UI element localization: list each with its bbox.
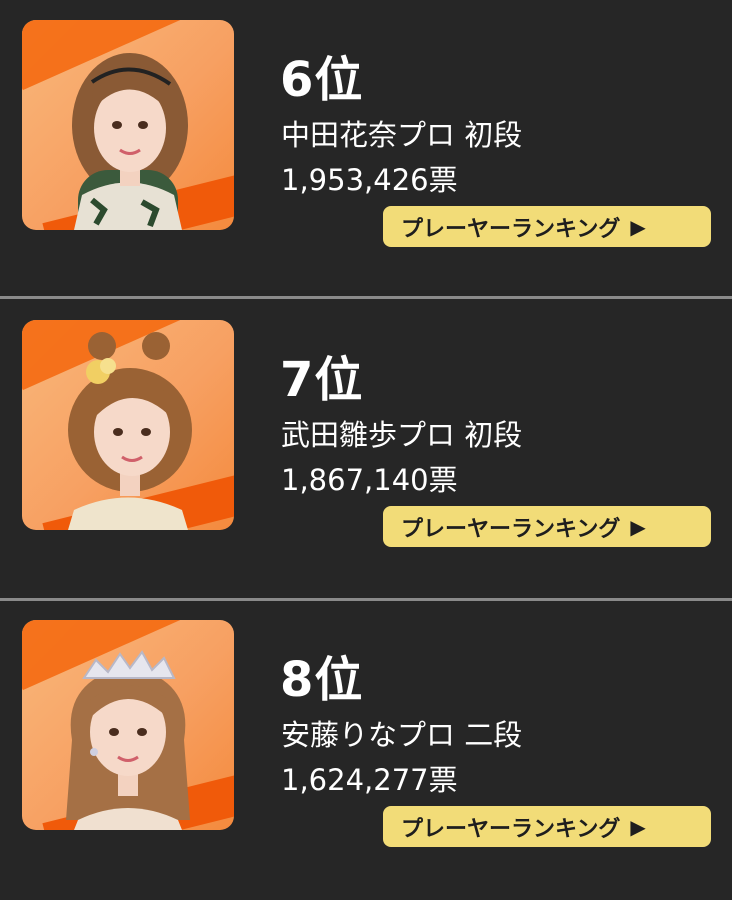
rank-label: 8位	[280, 652, 364, 708]
player-ranking-button-label: プレーヤーランキング	[401, 216, 621, 242]
divider	[0, 296, 732, 299]
ranking-card: 7位 武田雛歩プロ 初段 1,867,140票 プレーヤーランキング ▶	[0, 300, 732, 600]
player-name: 中田花奈プロ 初段	[281, 118, 523, 152]
player-photo	[22, 620, 234, 830]
player-ranking-button[interactable]: プレーヤーランキング ▶	[383, 806, 711, 847]
player-ranking-button[interactable]: プレーヤーランキング ▶	[383, 206, 711, 247]
rank-label: 6位	[280, 52, 364, 108]
play-arrow-icon: ▶	[630, 514, 646, 539]
player-photo	[22, 20, 234, 230]
play-arrow-icon: ▶	[630, 214, 646, 239]
rank-label: 7位	[280, 352, 364, 408]
player-ranking-button[interactable]: プレーヤーランキング ▶	[383, 506, 711, 547]
player-ranking-button-label: プレーヤーランキング	[401, 816, 621, 842]
vote-count: 1,624,277票	[281, 763, 458, 797]
ranking-card: 8位 安藤りなプロ 二段 1,624,277票 プレーヤーランキング ▶	[0, 600, 732, 900]
player-name: 武田雛歩プロ 初段	[281, 418, 523, 452]
vote-count: 1,867,140票	[281, 463, 458, 497]
ranking-list: 6位 中田花奈プロ 初段 1,953,426票 プレーヤーランキング ▶ 7位 …	[0, 0, 732, 900]
player-name: 安藤りなプロ 二段	[281, 718, 523, 752]
ranking-card: 6位 中田花奈プロ 初段 1,953,426票 プレーヤーランキング ▶	[0, 0, 732, 300]
play-arrow-icon: ▶	[630, 814, 646, 839]
player-ranking-button-label: プレーヤーランキング	[401, 516, 621, 542]
vote-count: 1,953,426票	[281, 163, 458, 197]
player-photo	[22, 320, 234, 530]
